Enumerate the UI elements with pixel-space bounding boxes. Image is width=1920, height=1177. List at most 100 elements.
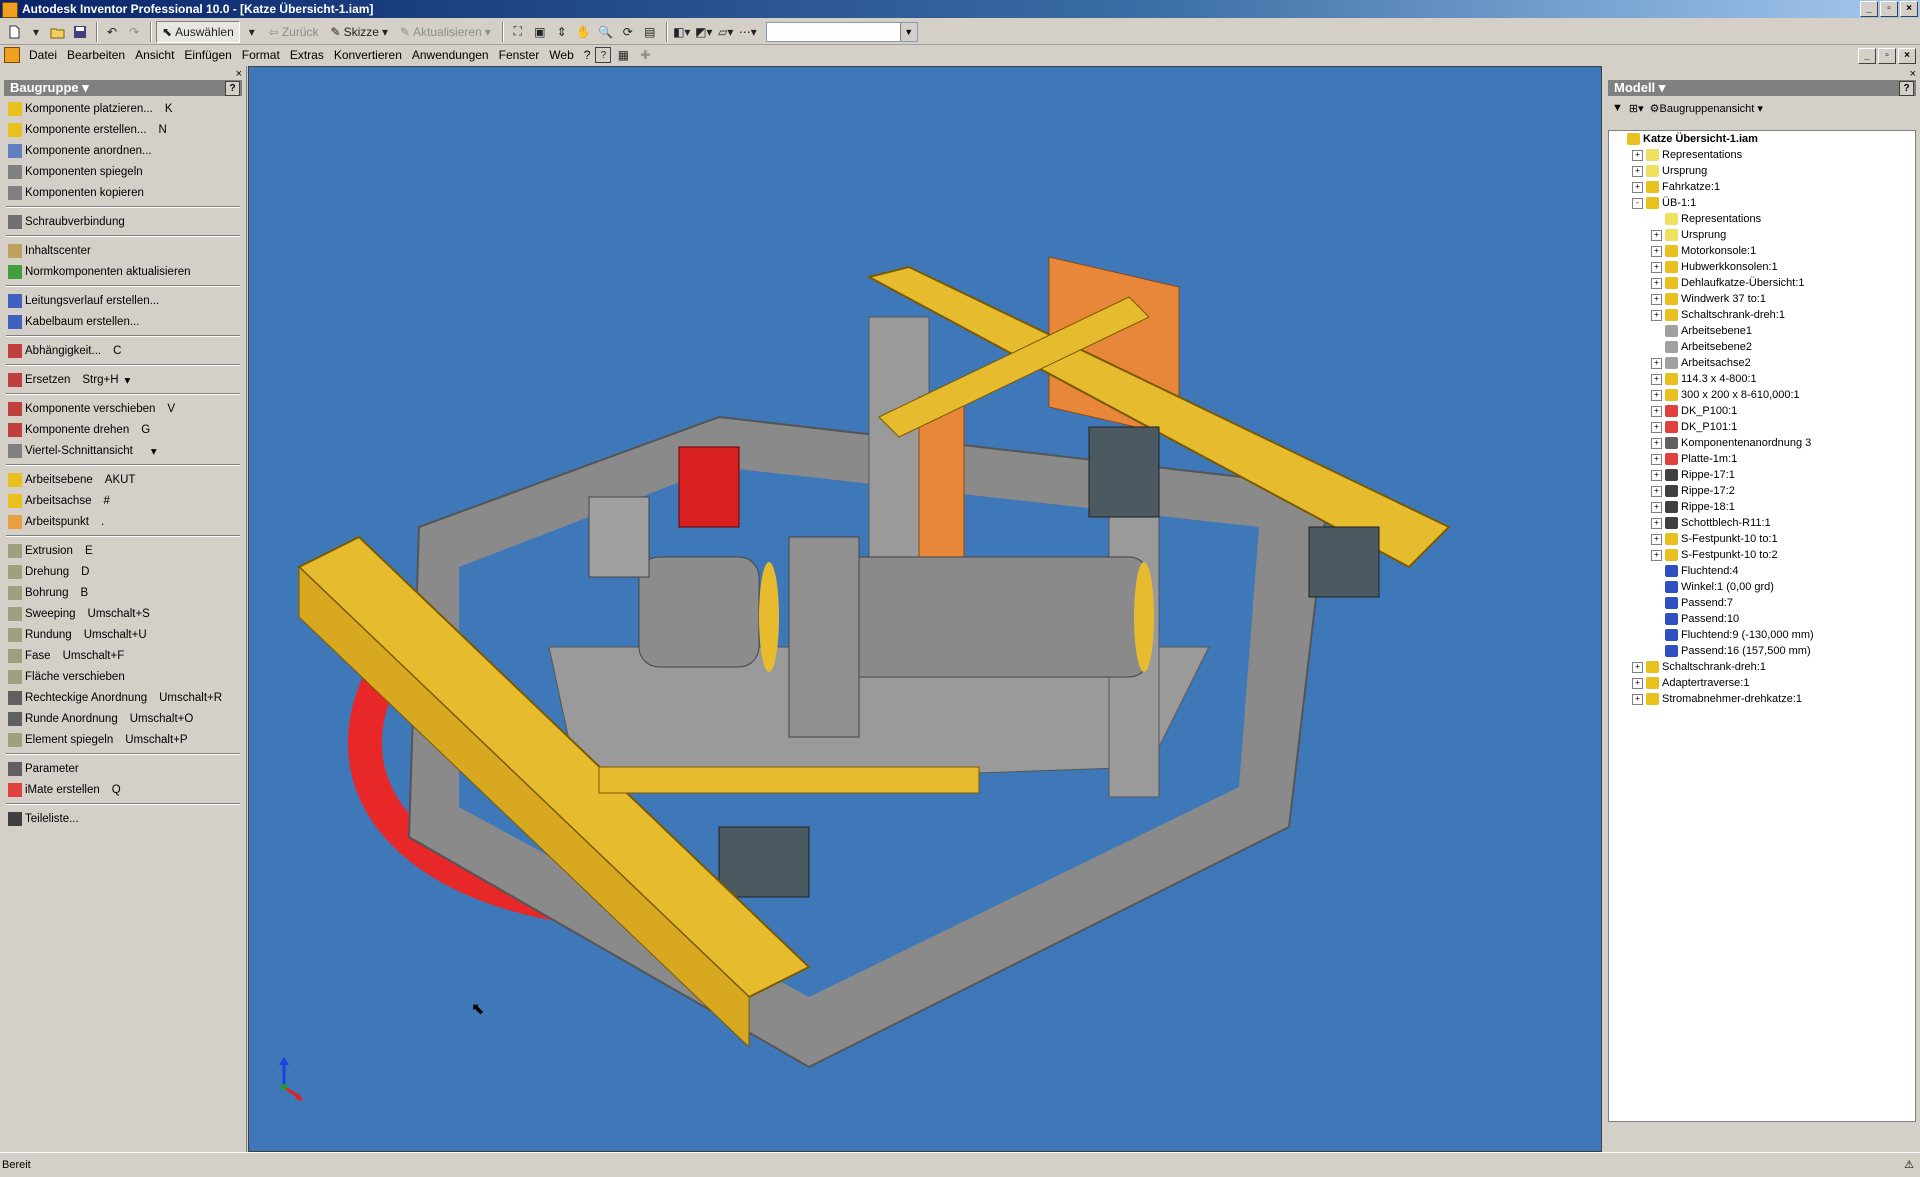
expand-toggle-icon[interactable]: + xyxy=(1651,453,1662,465)
expand-toggle-icon[interactable]: - xyxy=(1632,197,1643,209)
open-folder-icon[interactable] xyxy=(48,22,68,42)
command-1[interactable]: Komponente erstellen... N xyxy=(0,119,246,140)
menu-ansicht[interactable]: Ansicht xyxy=(130,48,179,62)
menu-konvertieren[interactable]: Konvertieren xyxy=(329,48,407,62)
expand-toggle-icon[interactable]: + xyxy=(1651,373,1662,385)
menu-einfuegen[interactable]: Einfügen xyxy=(179,48,236,62)
command-14[interactable]: Viertel-Schnittansicht ▾ xyxy=(0,440,246,461)
tree-node[interactable]: Passend:16 (157,500 mm) xyxy=(1609,643,1915,659)
expand-toggle-icon[interactable]: + xyxy=(1651,517,1662,529)
tree-node[interactable]: + Windwerk 37 to:1 xyxy=(1609,291,1915,307)
zoom-selected-icon[interactable]: 🔍 xyxy=(596,22,616,42)
tree-node[interactable]: + Schottblech-R11:1 xyxy=(1609,515,1915,531)
zoom-window-icon[interactable]: ▣ xyxy=(530,22,550,42)
browser-title[interactable]: Modell ▾? xyxy=(1608,80,1916,96)
tree-node[interactable]: +114.3 x 4-800:1 xyxy=(1609,371,1915,387)
tree-node[interactable]: + Motorkonsole:1 xyxy=(1609,243,1915,259)
tree-node[interactable]: + Ursprung xyxy=(1609,227,1915,243)
expand-toggle-icon[interactable]: + xyxy=(1632,181,1643,193)
tree-node[interactable]: + Komponentenanordnung 3 xyxy=(1609,435,1915,451)
expand-toggle-icon[interactable]: + xyxy=(1632,693,1643,705)
expand-toggle-icon[interactable]: + xyxy=(1651,421,1662,433)
help-icon[interactable]: ? xyxy=(1899,81,1914,96)
tree-node[interactable]: + Rippe-18:1 xyxy=(1609,499,1915,515)
tree-node[interactable]: Winkel:1 (0,00 grd) xyxy=(1609,579,1915,595)
doc-minimize-button[interactable]: _ xyxy=(1858,48,1876,64)
command-4[interactable]: Komponenten kopieren xyxy=(0,182,246,203)
tree-node[interactable]: + Arbeitsachse2 xyxy=(1609,355,1915,371)
expand-toggle-icon[interactable]: + xyxy=(1632,661,1643,673)
tree-node[interactable]: Representations xyxy=(1609,211,1915,227)
chevron-down-icon[interactable]: ▾ xyxy=(125,373,131,387)
command-30[interactable]: Teileliste... xyxy=(0,808,246,829)
expand-toggle-icon[interactable]: + xyxy=(1651,309,1662,321)
command-25[interactable]: Rechteckige Anordnung Umschalt+R xyxy=(0,687,246,708)
tree-node[interactable]: Passend:10 xyxy=(1609,611,1915,627)
new-file-icon[interactable] xyxy=(4,22,24,42)
expand-toggle-icon[interactable]: + xyxy=(1651,389,1662,401)
tree-node[interactable]: + Platte-1m:1 xyxy=(1609,451,1915,467)
help-icon[interactable]: ? xyxy=(225,81,240,96)
command-19[interactable]: Drehung D xyxy=(0,561,246,582)
command-0[interactable]: Komponente platzieren... K xyxy=(0,98,246,119)
camera-icon[interactable]: ◩▾ xyxy=(694,22,714,42)
command-13[interactable]: Komponente drehen G xyxy=(0,419,246,440)
tree-node[interactable]: - ÜB-1:1 xyxy=(1609,195,1915,211)
menu-extras[interactable]: Extras xyxy=(285,48,329,62)
shadow-icon[interactable]: ▱▾ xyxy=(716,22,736,42)
menu-fenster[interactable]: Fenster xyxy=(494,48,545,62)
tree-node[interactable]: + Hubwerkkonsolen:1 xyxy=(1609,259,1915,275)
chevron-down-icon[interactable]: ▾ xyxy=(26,22,46,42)
restore-button[interactable]: ▫ xyxy=(1880,1,1898,17)
select-button[interactable]: ⬉ Auswählen xyxy=(156,20,240,43)
select-dropdown-icon[interactable]: ▾ xyxy=(242,22,262,42)
tree-node[interactable]: + S-Festpunkt-10 to:1 xyxy=(1609,531,1915,547)
tree-node[interactable]: + S-Festpunkt-10 to:2 xyxy=(1609,547,1915,563)
help-icon[interactable]: ? xyxy=(595,47,612,63)
menu-help[interactable]: ? xyxy=(579,48,596,62)
command-24[interactable]: Fläche verschieben xyxy=(0,666,246,687)
command-15[interactable]: Arbeitsebene AKUT xyxy=(0,469,246,490)
minimize-button[interactable]: _ xyxy=(1860,1,1878,17)
tree-node[interactable]: + Dehlaufkatze-Übersicht:1 xyxy=(1609,275,1915,291)
expand-toggle-icon[interactable]: + xyxy=(1651,485,1662,497)
command-8[interactable]: Leitungsverlauf erstellen... xyxy=(0,290,246,311)
expand-toggle-icon[interactable]: + xyxy=(1651,277,1662,289)
command-12[interactable]: Komponente verschieben V xyxy=(0,398,246,419)
close-button[interactable]: × xyxy=(1900,1,1918,17)
command-6[interactable]: Inhaltscenter xyxy=(0,240,246,261)
expand-toggle-icon[interactable]: + xyxy=(1651,261,1662,273)
display-mode-icon[interactable]: ◧▾ xyxy=(672,22,692,42)
command-5[interactable]: Schraubverbindung xyxy=(0,211,246,232)
tree-node[interactable]: Fluchtend:9 (-130,000 mm) xyxy=(1609,627,1915,643)
menu-bearbeiten[interactable]: Bearbeiten xyxy=(62,48,130,62)
tree-node[interactable]: + Schaltschrank-dreh:1 xyxy=(1609,307,1915,323)
command-2[interactable]: Komponente anordnen... xyxy=(0,140,246,161)
command-11[interactable]: Ersetzen Strg+H ▾ xyxy=(0,369,246,390)
expand-toggle-icon[interactable]: + xyxy=(1632,149,1643,161)
command-27[interactable]: Element spiegeln Umschalt+P xyxy=(0,729,246,750)
doc-restore-button[interactable]: ▫ xyxy=(1878,48,1896,64)
expand-toggle-icon[interactable]: + xyxy=(1651,549,1662,561)
filter-icon[interactable]: ▼ xyxy=(1612,102,1623,114)
tree-node[interactable]: Passend:7 xyxy=(1609,595,1915,611)
expand-toggle-icon[interactable]: + xyxy=(1651,405,1662,417)
sketch-button[interactable]: ✎ Skizze ▾ xyxy=(326,22,393,42)
pan-icon[interactable]: ✋ xyxy=(574,22,594,42)
menu-format[interactable]: Format xyxy=(237,48,285,62)
menu-datei[interactable]: Datei xyxy=(24,48,62,62)
expand-toggle-icon[interactable]: + xyxy=(1651,229,1662,241)
menu-anwendungen[interactable]: Anwendungen xyxy=(407,48,494,62)
document-icon[interactable] xyxy=(4,47,20,63)
back-button[interactable]: ⇦ Zurück xyxy=(264,22,324,42)
command-28[interactable]: Parameter xyxy=(0,758,246,779)
table-icon[interactable]: ▦ xyxy=(613,45,633,65)
tree-node[interactable]: + DK_P101:1 xyxy=(1609,419,1915,435)
chevron-down-icon[interactable]: ▾ xyxy=(151,444,157,458)
expand-toggle-icon[interactable]: + xyxy=(1651,533,1662,545)
tree-node[interactable]: + DK_P100:1 xyxy=(1609,403,1915,419)
expand-toggle-icon[interactable]: + xyxy=(1651,501,1662,513)
command-20[interactable]: Bohrung B xyxy=(0,582,246,603)
tree-node[interactable]: + Stromabnehmer-drehkatze:1 xyxy=(1609,691,1915,707)
command-10[interactable]: Abhängigkeit... C xyxy=(0,340,246,361)
